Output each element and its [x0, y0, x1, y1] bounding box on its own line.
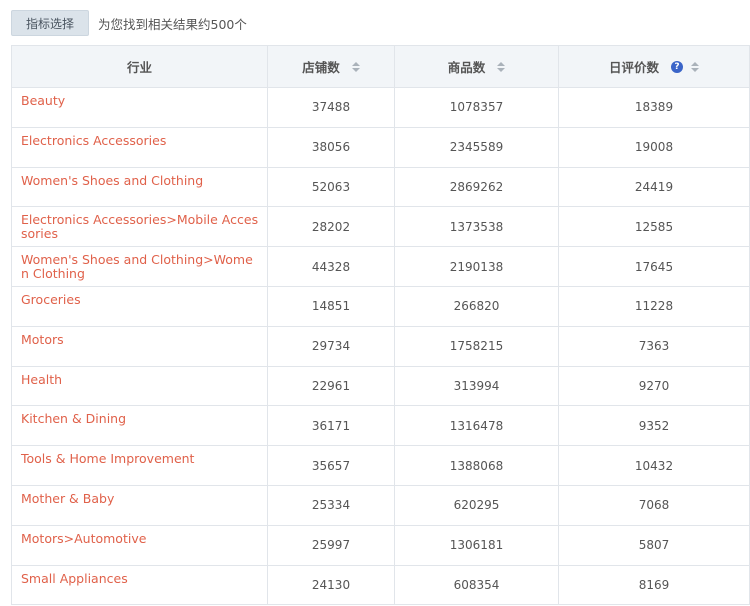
cell-industry: Health — [11, 365, 268, 407]
cell-industry: Groceries — [11, 285, 268, 327]
industry-link[interactable]: Kitchen & Dining — [21, 411, 126, 426]
cell-industry: Tools & Home Improvement — [11, 445, 268, 486]
cell-daily-reviews: 11228 — [558, 285, 750, 327]
cell-industry: Women's Shoes and Clothing>Women Clothin… — [11, 246, 268, 287]
cell-stores: 44328 — [267, 246, 395, 287]
cell-stores: 14851 — [267, 285, 395, 327]
industry-link[interactable]: Groceries — [21, 292, 81, 307]
cell-daily-reviews: 7363 — [558, 325, 750, 367]
cell-products: 1316478 — [394, 405, 559, 447]
cell-products: 1758215 — [394, 325, 559, 367]
industry-link[interactable]: Electronics Accessories — [21, 133, 166, 148]
cell-daily-reviews: 10432 — [558, 445, 750, 486]
table-row: Beauty 37488 1078357 18389 — [11, 87, 750, 128]
cell-daily-reviews: 9352 — [558, 405, 750, 447]
cell-products: 608354 — [394, 564, 559, 606]
cell-industry: Women's Shoes and Clothing — [11, 166, 268, 208]
result-count-text: 为您找到相关结果约500个 — [98, 16, 247, 32]
header-industry-label: 行业 — [126, 60, 152, 75]
table-header-row: 行业 店铺数 商品数 日评价数 ? — [11, 45, 750, 88]
cell-stores: 25334 — [267, 484, 395, 526]
cell-industry: Motors — [11, 325, 268, 367]
cell-industry: Mother & Baby — [11, 484, 268, 526]
cell-products: 266820 — [394, 285, 559, 327]
header-stores[interactable]: 店铺数 — [267, 45, 395, 88]
cell-daily-reviews: 7068 — [558, 484, 750, 526]
sort-icon[interactable] — [497, 61, 506, 72]
cell-industry: Beauty — [11, 87, 268, 128]
industry-link[interactable]: Motors>Automotive — [21, 531, 146, 546]
industry-link[interactable]: Motors — [21, 332, 64, 347]
cell-industry: Kitchen & Dining — [11, 405, 268, 447]
table-row: Electronics Accessories>Mobile Accessori… — [11, 206, 750, 248]
header-daily-reviews-label: 日评价数 — [608, 60, 659, 75]
table-row: Electronics Accessories 38056 2345589 19008 — [11, 126, 750, 168]
cell-industry: Electronics Accessories — [11, 126, 268, 168]
sort-icon[interactable] — [351, 61, 360, 72]
cell-industry: Motors>Automotive — [11, 524, 268, 566]
table-row: Kitchen & Dining 36171 1316478 9352 — [11, 405, 750, 447]
cell-products: 1078357 — [394, 87, 559, 128]
table-row: Women's Shoes and Clothing>Women Clothin… — [11, 246, 750, 287]
cell-daily-reviews: 5807 — [558, 524, 750, 566]
header-daily-reviews[interactable]: 日评价数 ? — [558, 45, 750, 88]
table-row: Women's Shoes and Clothing 52063 2869262 24… — [11, 166, 750, 208]
cell-daily-reviews: 19008 — [558, 126, 750, 168]
data-table-container: 行业 店铺数 商品数 日评价数 ? Beauty 37488 1078357 1… — [11, 45, 750, 606]
table-row: Tools & Home Improvement 35657 1388068 1043… — [11, 445, 750, 486]
cell-stores: 22961 — [267, 365, 395, 407]
industry-link[interactable]: Women's Shoes and Clothing>Women Clothin… — [21, 252, 253, 281]
table-body: Beauty 37488 1078357 18389 Electronics Acces… — [11, 87, 750, 606]
cell-daily-reviews: 17645 — [558, 246, 750, 287]
toolbar: 指标选择 为您找到相关结果约500个 — [11, 10, 247, 36]
cell-stores: 52063 — [267, 166, 395, 208]
table-row: Motors 29734 1758215 7363 — [11, 325, 750, 367]
metric-select-button[interactable]: 指标选择 — [11, 10, 90, 36]
cell-industry: Small Appliances — [11, 564, 268, 606]
industry-table: 行业 店铺数 商品数 日评价数 ? Beauty 37488 1078357 1… — [11, 45, 750, 606]
cell-daily-reviews: 18389 — [558, 87, 750, 128]
cell-stores: 29734 — [267, 325, 395, 367]
cell-stores: 24130 — [267, 564, 395, 606]
industry-link[interactable]: Tools & Home Improvement — [21, 451, 194, 466]
cell-products: 2345589 — [394, 126, 559, 168]
industry-link[interactable]: Health — [21, 372, 62, 387]
table-row: Groceries 14851 266820 11228 — [11, 285, 750, 327]
cell-products: 620295 — [394, 484, 559, 526]
cell-stores: 36171 — [267, 405, 395, 447]
table-row: Small Appliances 24130 608354 8169 — [11, 564, 750, 606]
cell-stores: 28202 — [267, 206, 395, 248]
cell-daily-reviews: 9270 — [558, 365, 750, 407]
header-stores-label: 店铺数 — [302, 60, 340, 75]
cell-daily-reviews: 24419 — [558, 166, 750, 208]
cell-products: 1388068 — [394, 445, 559, 486]
cell-products: 1373538 — [394, 206, 559, 248]
cell-daily-reviews: 8169 — [558, 564, 750, 606]
industry-link[interactable]: Electronics Accessories>Mobile Accessori… — [21, 212, 258, 241]
cell-products: 313994 — [394, 365, 559, 407]
help-icon[interactable]: ? — [671, 60, 683, 73]
cell-products: 1306181 — [394, 524, 559, 566]
cell-stores: 35657 — [267, 445, 395, 486]
industry-link[interactable]: Women's Shoes and Clothing — [21, 173, 203, 188]
cell-stores: 38056 — [267, 126, 395, 168]
cell-stores: 25997 — [267, 524, 395, 566]
table-row: Mother & Baby 25334 620295 7068 — [11, 484, 750, 526]
header-products[interactable]: 商品数 — [394, 45, 559, 88]
header-products-label: 商品数 — [447, 60, 486, 75]
industry-link[interactable]: Mother & Baby — [21, 491, 114, 506]
cell-products: 2869262 — [394, 166, 559, 208]
table-row: Health 22961 313994 9270 — [11, 365, 750, 407]
header-industry: 行业 — [11, 45, 268, 88]
cell-industry: Electronics Accessories>Mobile Accessori… — [11, 206, 268, 248]
sort-icon[interactable] — [691, 61, 699, 72]
industry-link[interactable]: Small Appliances — [21, 571, 128, 586]
cell-stores: 37488 — [267, 87, 395, 128]
industry-link[interactable]: Beauty — [21, 93, 65, 108]
cell-daily-reviews: 12585 — [558, 206, 750, 248]
cell-products: 2190138 — [394, 246, 559, 287]
table-row: Motors>Automotive 25997 1306181 5807 — [11, 524, 750, 566]
